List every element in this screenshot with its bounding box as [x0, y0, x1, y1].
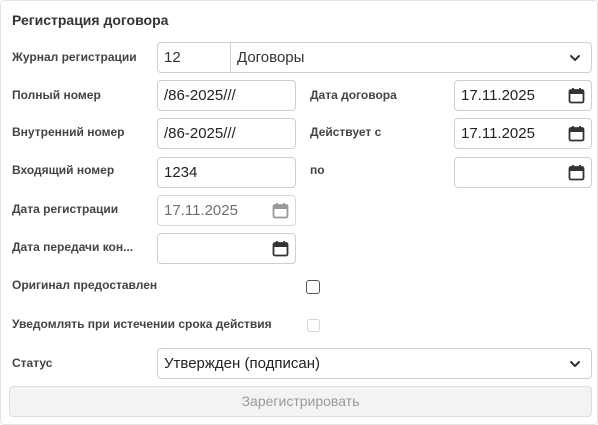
- full-number-label: Полный номер: [12, 88, 101, 102]
- notify-expiry-label: Уведомлять при истечении срока действия: [12, 317, 272, 331]
- valid-from-value: 17.11.2025: [461, 125, 535, 142]
- journal-label: Журнал регистрации: [12, 50, 137, 64]
- status-label: Статус: [12, 356, 53, 370]
- valid-to-label: по: [310, 163, 325, 177]
- transfer-date-input[interactable]: [157, 233, 296, 264]
- transfer-date-label: Дата передачи кон...: [12, 240, 134, 254]
- valid-from-input[interactable]: 17.11.2025: [454, 118, 592, 149]
- registration-date-value: 17.11.2025: [164, 202, 238, 219]
- register-button[interactable]: Зарегистрировать: [9, 386, 592, 417]
- form-title: Регистрация договора: [12, 12, 169, 28]
- status-select[interactable]: Утвержден (подписан): [157, 348, 592, 379]
- calendar-icon: [272, 203, 289, 219]
- journal-select[interactable]: Договоры: [230, 42, 592, 73]
- chevron-down-icon: [570, 55, 580, 61]
- contract-date-input[interactable]: 17.11.2025: [454, 80, 592, 111]
- calendar-icon[interactable]: [272, 240, 289, 257]
- calendar-icon[interactable]: [568, 125, 585, 142]
- valid-to-input[interactable]: [454, 157, 592, 188]
- journal-code-field[interactable]: 12: [157, 42, 231, 73]
- incoming-number-input[interactable]: 1234: [157, 157, 296, 188]
- full-number-input[interactable]: /86-2025///: [157, 80, 296, 111]
- notify-expiry-checkbox: [307, 319, 320, 332]
- valid-from-label: Действует с: [310, 125, 382, 139]
- internal-number-label: Внутренний номер: [12, 125, 125, 139]
- calendar-icon[interactable]: [568, 164, 585, 181]
- registration-date-label: Дата регистрации: [12, 202, 119, 216]
- chevron-down-icon: [570, 361, 580, 367]
- contract-date-label: Дата договора: [310, 88, 397, 102]
- contract-date-value: 17.11.2025: [461, 87, 535, 104]
- incoming-number-label: Входящий номер: [12, 163, 115, 177]
- original-provided-label: Оригинал предоставлен: [12, 278, 158, 292]
- status-select-value: Утвержден (подписан): [164, 355, 320, 372]
- calendar-icon[interactable]: [568, 87, 585, 104]
- internal-number-input[interactable]: /86-2025///: [157, 118, 296, 149]
- journal-select-value: Договоры: [237, 49, 305, 66]
- contract-registration-panel: Регистрация договора Журнал регистрации …: [0, 0, 598, 425]
- registration-date-input: 17.11.2025: [157, 195, 296, 226]
- original-provided-checkbox[interactable]: [306, 280, 320, 294]
